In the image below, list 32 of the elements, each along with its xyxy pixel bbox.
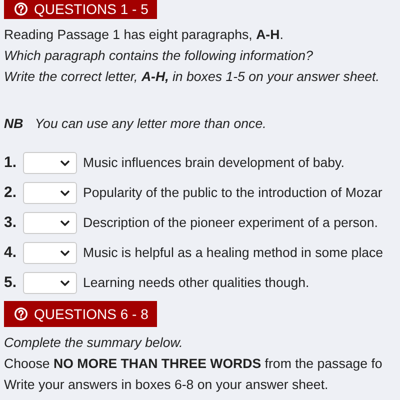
question-text: Popularity of the public to the introduction of Mozar <box>83 185 382 200</box>
question-number: 5. <box>4 274 17 291</box>
question-text: Music influences brain development of baby. <box>83 155 344 170</box>
chevron-icon <box>60 160 70 166</box>
question-number: 1. <box>4 154 17 171</box>
answer-dropdown[interactable] <box>23 272 77 294</box>
chevron-icon <box>60 220 70 226</box>
instruction-text: Choose NO MORE THAN THREE WORDS from the passage fo <box>4 355 384 373</box>
note-text: You can use any letter more than once. <box>34 116 266 131</box>
header-title: QUESTIONS 1 - 5 <box>34 0 148 16</box>
question-text: Description of the pioneer experiment of a person. <box>83 215 378 230</box>
header-title: QUESTIONS 6 - 8 <box>34 306 148 322</box>
answer-dropdown[interactable] <box>23 212 77 234</box>
chevron-icon <box>60 190 70 196</box>
question-number: 4. <box>4 244 17 261</box>
answer-dropdown[interactable] <box>23 152 77 174</box>
question-icon <box>14 307 28 321</box>
instruction-text: Complete the summary below. <box>4 334 184 352</box>
question-text: Learning needs other qualities though. <box>83 275 310 290</box>
instruction-text: Which paragraph contains the following information? <box>4 47 314 65</box>
question-text: Music is helpful as a healing method in some place <box>83 245 384 260</box>
answer-dropdown[interactable] <box>23 242 77 264</box>
answer-dropdown[interactable] <box>23 182 77 204</box>
instruction-text: Write the correct letter, A-H, in boxes 1-5 on your answer sheet. <box>4 68 380 86</box>
chevron-icon <box>60 250 70 256</box>
instruction-text: Write your answers in boxes 6-8 on your answer sheet. <box>4 376 330 394</box>
note-label: NB <box>4 116 24 131</box>
question-number: 3. <box>4 214 17 231</box>
instruction-text: Reading Passage 1 has eight paragraphs, A-H. <box>4 26 284 44</box>
chevron-icon <box>60 280 70 286</box>
question-number: 2. <box>4 184 17 201</box>
question-icon <box>14 2 28 16</box>
